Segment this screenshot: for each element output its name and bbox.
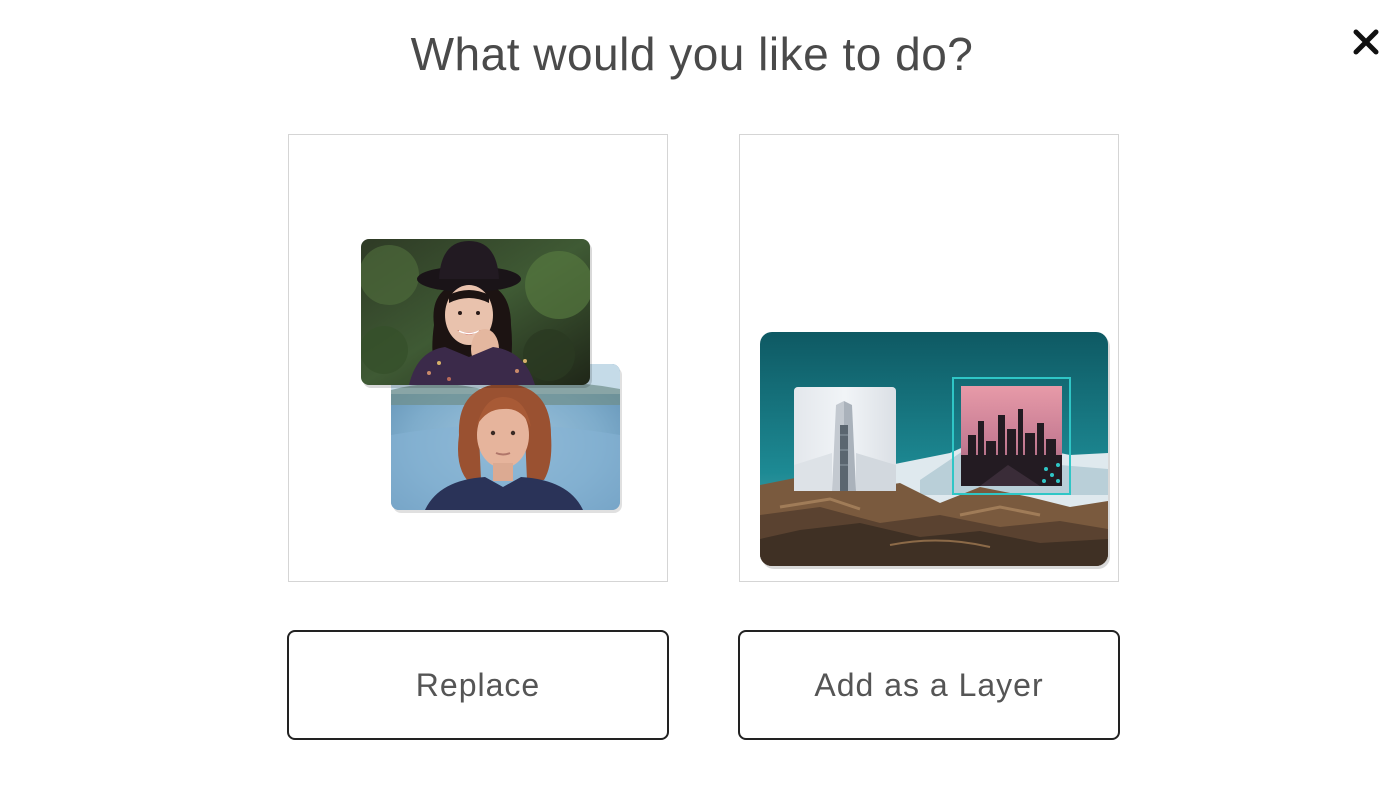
top-photo	[361, 239, 592, 388]
dialog-title: What would you like to do?	[410, 28, 974, 80]
add-layer-illustration	[760, 332, 1110, 569]
close-button[interactable]	[1346, 22, 1386, 62]
choice-dialog: What would you like to do? Replace Add a…	[0, 0, 1400, 785]
replace-photos-illustration	[361, 239, 622, 513]
replace-button[interactable]: Replace	[287, 630, 669, 740]
tower-image-layer	[794, 387, 896, 491]
add-layer-option-card[interactable]	[739, 134, 1119, 582]
close-icon	[1353, 29, 1379, 55]
add-as-layer-button[interactable]: Add as a Layer	[738, 630, 1120, 740]
city-image-layer-selected	[952, 377, 1071, 495]
replace-option-card[interactable]	[288, 134, 668, 582]
